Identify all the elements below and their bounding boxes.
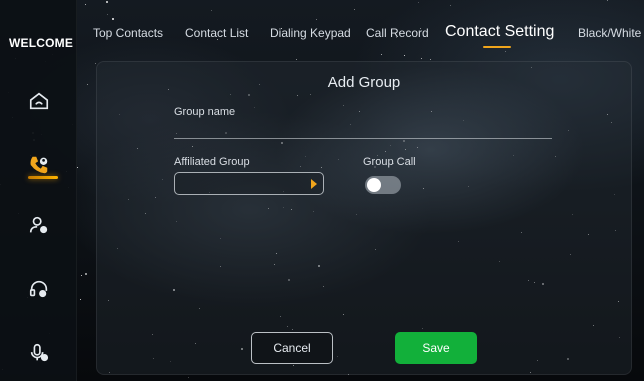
headset-icon[interactable] (26, 276, 52, 302)
tab-contact-setting[interactable]: Contact Setting (445, 23, 554, 41)
star (85, 4, 86, 5)
welcome-title: WELCOME (8, 36, 74, 50)
tab-black-white[interactable]: Black/White (578, 26, 641, 40)
tab-dialing-keypad[interactable]: Dialing Keypad (270, 26, 351, 40)
sidebar: WELCOME (0, 0, 77, 381)
group-name-input[interactable] (174, 122, 552, 138)
star (85, 273, 87, 275)
active-indicator (28, 176, 58, 179)
star (81, 275, 82, 276)
toggle-knob (367, 178, 381, 192)
microphone-icon[interactable] (26, 340, 52, 366)
star (80, 299, 81, 300)
dropdown-arrow-icon (311, 179, 317, 189)
group-name-underline (174, 138, 552, 139)
star (95, 63, 96, 64)
tab-top-contacts[interactable]: Top Contacts (93, 26, 163, 40)
group-name-label: Group name (174, 106, 236, 118)
top-tab-bar: Top Contacts Contact List Dialing Keypad… (90, 0, 644, 60)
star (77, 167, 78, 168)
phone-contact-icon[interactable] (26, 152, 52, 178)
group-call-label: Group Call (363, 156, 416, 168)
home-phone-icon[interactable] (26, 88, 52, 114)
tab-contact-list[interactable]: Contact List (185, 26, 248, 40)
contact-settings-icon[interactable] (26, 212, 52, 238)
save-button[interactable]: Save (395, 332, 477, 364)
star (87, 84, 88, 85)
dialog-title: Add Group (327, 74, 401, 91)
affiliated-group-label: Affiliated Group (174, 156, 250, 168)
add-group-dialog: Add Group Group name Affiliated Group Gr… (96, 61, 632, 375)
tab-call-record[interactable]: Call Record (366, 26, 429, 40)
cancel-button[interactable]: Cancel (251, 332, 333, 364)
affiliated-group-select[interactable] (174, 172, 324, 195)
active-tab-underline (483, 46, 511, 48)
group-call-toggle[interactable] (365, 176, 401, 194)
star (188, 377, 189, 378)
